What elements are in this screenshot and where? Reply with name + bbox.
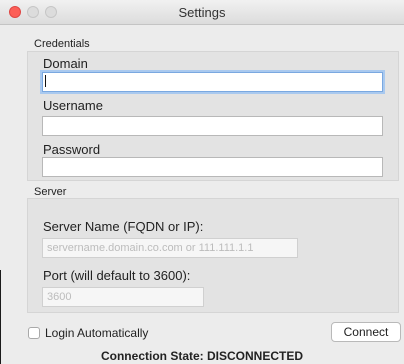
window-left-edge [0, 270, 1, 364]
username-field[interactable] [42, 116, 383, 136]
domain-label: Domain [43, 56, 88, 71]
settings-window: Settings Credentials Domain Username Pas… [0, 0, 404, 364]
port-label: Port (will default to 3600): [43, 268, 191, 283]
connection-status: Connection State: DISCONNECTED [100, 349, 303, 363]
server-name-field[interactable] [42, 238, 298, 258]
username-label: Username [43, 98, 103, 113]
password-field[interactable] [42, 157, 383, 177]
domain-field[interactable] [42, 72, 383, 92]
server-name-label: Server Name (FQDN or IP): [43, 219, 204, 234]
title-bar: Settings [0, 0, 404, 25]
login-automatically-label[interactable]: Login Automatically [45, 326, 148, 340]
connect-button[interactable]: Connect [331, 322, 401, 342]
port-field[interactable] [42, 287, 204, 307]
server-section-label: Server [34, 186, 67, 198]
text-caret [45, 75, 46, 87]
window-title: Settings [178, 5, 226, 20]
login-automatically-checkbox[interactable] [28, 327, 40, 339]
credentials-section-label: Credentials [34, 38, 90, 50]
password-label: Password [43, 142, 101, 157]
